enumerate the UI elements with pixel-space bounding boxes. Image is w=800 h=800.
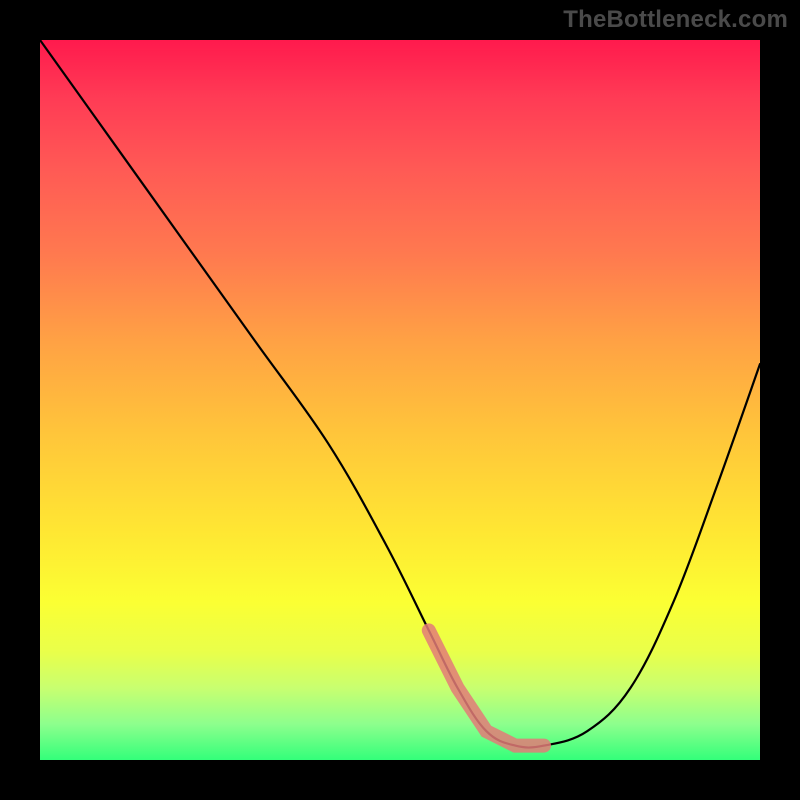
bottleneck-curve-path [40,40,760,748]
chart-svg [40,40,760,760]
watermark-text: TheBottleneck.com [563,6,788,34]
trough-marker [429,630,544,745]
